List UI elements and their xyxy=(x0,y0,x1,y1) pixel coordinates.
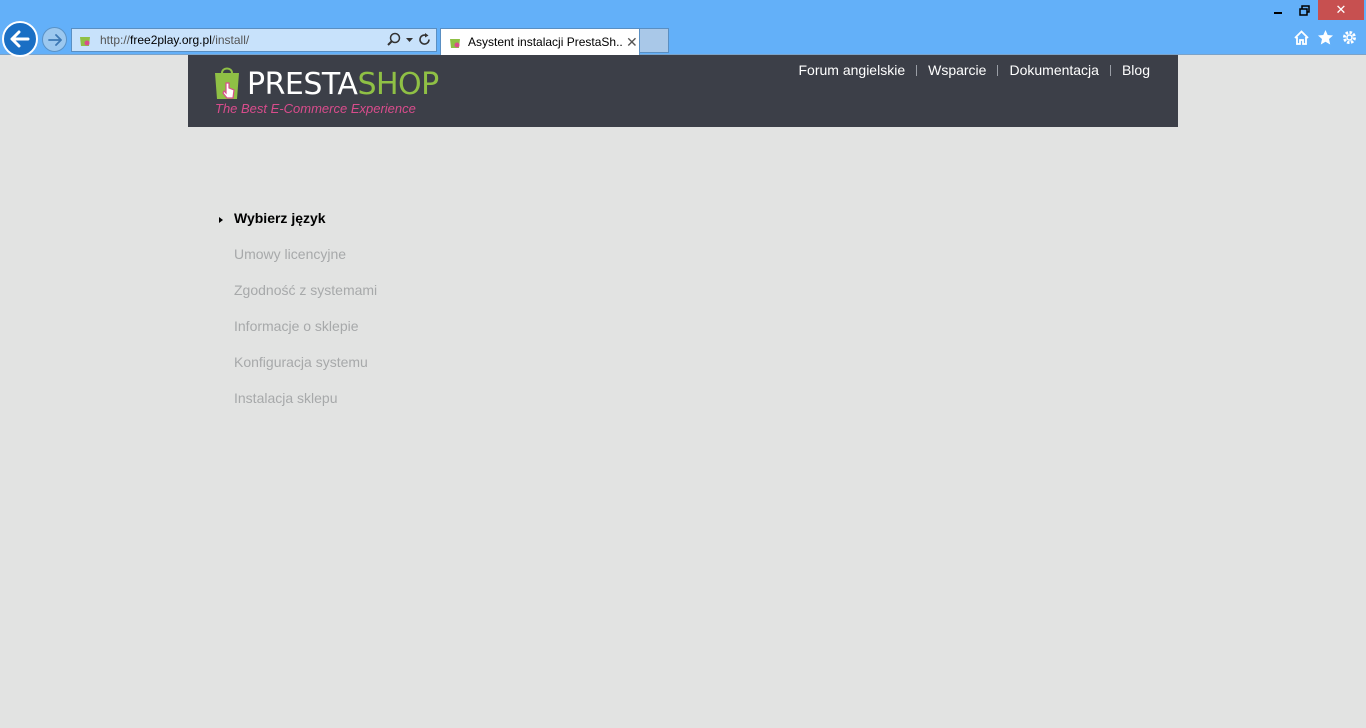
logo-tagline: The Best E-Commerce Experience xyxy=(215,101,416,116)
back-button[interactable] xyxy=(2,21,38,57)
new-tab-button[interactable] xyxy=(640,28,669,53)
step-label: Konfiguracja systemu xyxy=(234,354,368,370)
step-license: Umowy licencyjne xyxy=(219,236,377,272)
logo-presta-text: PRESTA xyxy=(247,67,358,102)
url-path: /install/ xyxy=(211,33,250,47)
step-shop-info: Informacje o sklepie xyxy=(219,308,377,344)
step-label: Instalacja sklepu xyxy=(234,390,338,406)
step-label: Informacje o sklepie xyxy=(234,318,359,334)
shopping-bag-icon xyxy=(215,67,239,99)
prestashop-favicon-icon xyxy=(450,39,460,48)
step-install: Instalacja sklepu xyxy=(219,380,377,416)
step-system-config: Konfiguracja systemu xyxy=(219,344,377,380)
restore-button[interactable] xyxy=(1291,0,1318,20)
minimize-button[interactable] xyxy=(1264,0,1291,20)
nav-forum-link[interactable]: Forum angielskie xyxy=(788,63,917,77)
gear-icon[interactable] xyxy=(1341,29,1358,46)
tab-title: Asystent instalacji PrestaSh... xyxy=(468,35,622,49)
nav-support-link[interactable]: Wsparcie xyxy=(917,63,997,77)
site-header: PRESTASHOP The Best E-Commerce Experienc… xyxy=(188,55,1178,127)
step-label: Zgodność z systemami xyxy=(234,282,378,298)
caret-right-icon xyxy=(219,210,234,226)
prestashop-favicon-icon xyxy=(80,37,90,46)
nav-documentation-link[interactable]: Dokumentacja xyxy=(998,63,1110,77)
search-icon[interactable] xyxy=(387,32,402,47)
step-label: Wybierz język xyxy=(234,210,326,226)
arrow-right-icon xyxy=(47,33,62,46)
url-prefix: http:// xyxy=(100,33,131,47)
chevron-down-icon[interactable] xyxy=(405,32,414,47)
address-bar[interactable]: http://free2play.org.pl/install/ xyxy=(71,28,437,52)
home-icon[interactable] xyxy=(1293,29,1310,46)
url-domain: free2play.org.pl xyxy=(130,33,212,47)
close-window-button[interactable]: ✕ xyxy=(1318,0,1364,20)
browser-chrome: ✕ http://free2play.org.pl/install/ Asyst… xyxy=(0,0,1366,57)
nav-blog-link[interactable]: Blog xyxy=(1111,63,1150,77)
step-choose-language: Wybierz język xyxy=(219,200,377,236)
step-label: Umowy licencyjne xyxy=(234,246,347,262)
tab-prestashop-installer[interactable]: Asystent instalacji PrestaSh... ✕ xyxy=(440,28,640,55)
refresh-icon[interactable] xyxy=(417,32,432,47)
logo-shop-text: SHOP xyxy=(357,67,439,102)
forward-button[interactable] xyxy=(42,27,67,52)
restore-icon xyxy=(1299,4,1310,16)
prestashop-logo[interactable]: PRESTASHOP The Best E-Commerce Experienc… xyxy=(213,65,439,120)
tab-close-icon[interactable]: ✕ xyxy=(626,34,638,51)
star-icon[interactable] xyxy=(1317,29,1334,46)
close-icon: ✕ xyxy=(1335,2,1347,17)
step-compatibility: Zgodność z systemami xyxy=(219,272,377,308)
install-steps-list: Wybierz język Umowy licencyjne Zgodność … xyxy=(219,200,377,416)
arrow-left-icon xyxy=(10,30,30,48)
minimize-icon xyxy=(1273,12,1282,14)
top-navigation: Forum angielskie Wsparcie Dokumentacja B… xyxy=(788,63,1151,77)
